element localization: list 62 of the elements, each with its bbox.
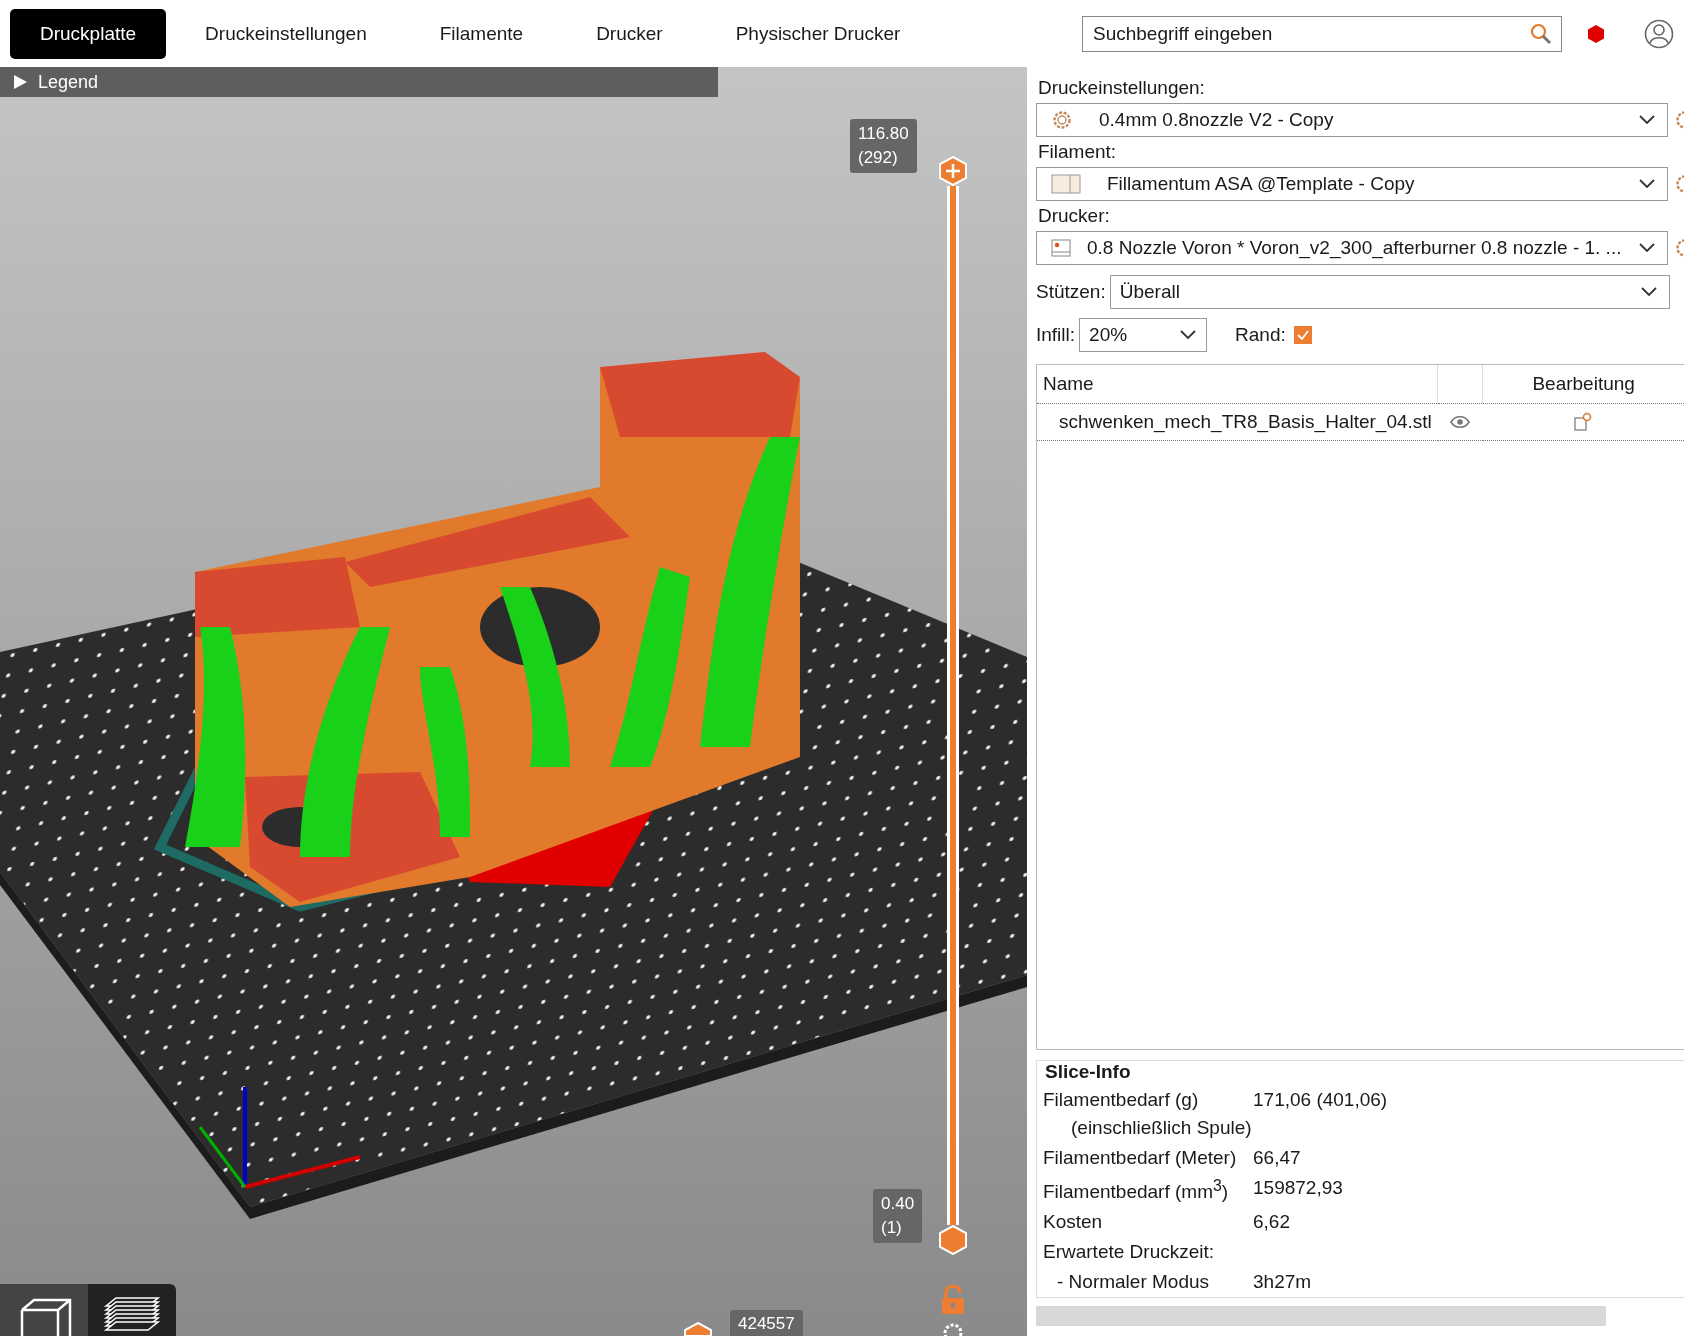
infill-dropdown[interactable]: 20% bbox=[1079, 318, 1208, 352]
preset-label: Drucker: bbox=[1038, 205, 1111, 227]
slider-value-label: 116.80 (292) bbox=[850, 119, 917, 173]
edit-icon[interactable] bbox=[1573, 412, 1594, 432]
3d-view-button[interactable] bbox=[0, 1284, 88, 1336]
gear-icon[interactable] bbox=[1674, 173, 1684, 195]
gear-icon[interactable] bbox=[942, 1322, 964, 1336]
gear-icon[interactable] bbox=[1674, 109, 1684, 131]
layer-slider[interactable] bbox=[938, 156, 968, 1255]
preset-dropdown[interactable]: Fillamentum ASA @Template - Copy bbox=[1036, 167, 1668, 201]
preset-label: Filament: bbox=[1038, 141, 1118, 163]
preset-dropdown[interactable]: 0.4mm 0.8nozzle V2 - Copy bbox=[1036, 103, 1668, 137]
chevron-icon bbox=[1639, 243, 1655, 253]
info-label: Erwartete Druckzeit: bbox=[1043, 1241, 1216, 1264]
chevron-icon bbox=[1639, 179, 1655, 189]
section-title: Slice-Info bbox=[1045, 1061, 1132, 1083]
info-value: 3h27m bbox=[1253, 1271, 1313, 1294]
swatch-icon bbox=[1051, 174, 1081, 194]
preview-button[interactable] bbox=[88, 1284, 176, 1336]
search-icon bbox=[1530, 22, 1552, 45]
brim-checkbox[interactable] bbox=[1293, 326, 1312, 344]
chevron-icon bbox=[1640, 287, 1657, 297]
supports-label: Stützen: bbox=[1036, 281, 1106, 303]
info-note: (einschließlich Spule) bbox=[1070, 1117, 1253, 1139]
tab[interactable]: Physischer Drucker bbox=[701, 8, 935, 59]
info-label: Filamentbedarf (Meter) bbox=[1043, 1147, 1238, 1169]
tab[interactable]: Druckplatte bbox=[10, 8, 167, 59]
info-label: Filamentbedarf (g) bbox=[1043, 1089, 1200, 1111]
column-header: Name bbox=[1037, 365, 1438, 404]
tab[interactable]: Druckeinstellungen bbox=[171, 8, 401, 59]
info-value: 6,62 bbox=[1253, 1211, 1291, 1234]
brim-label: Rand: bbox=[1235, 324, 1286, 346]
gear-icon[interactable] bbox=[1674, 237, 1684, 259]
slider-thumb[interactable] bbox=[938, 156, 968, 186]
infill-label: Infill: bbox=[1036, 324, 1076, 346]
chevron-icon bbox=[1639, 115, 1655, 125]
info-label: Filamentbedarf (mm$^{3}$) bbox=[1043, 1177, 1230, 1204]
info-value: 159872,93 bbox=[1253, 1177, 1344, 1200]
axes-icon bbox=[198, 1087, 361, 1189]
info-value: 171,06 (401,06) bbox=[1253, 1089, 1389, 1112]
eye-icon[interactable] bbox=[1450, 415, 1471, 429]
slider-value-label: 0.40 (1) bbox=[873, 1189, 923, 1243]
object-name[interactable]: schwenken_mech_TR8_Basis_Halter_04.stl bbox=[1037, 403, 1438, 441]
preset-dropdown[interactable]: 0.8 Nozzle Voron * Voron_v2_300_afterburner 0.8 nozzle - 1. ... bbox=[1036, 231, 1668, 265]
printer-icon bbox=[1051, 239, 1071, 257]
tab[interactable]: Drucker bbox=[562, 8, 697, 59]
supports-dropdown[interactable]: Überall bbox=[1109, 275, 1670, 309]
slider-thumb[interactable] bbox=[938, 1225, 968, 1255]
preset-label: Druckeinstellungen: bbox=[1038, 77, 1206, 99]
info-value: 66,47 bbox=[1253, 1147, 1302, 1169]
slider-thumb[interactable] bbox=[684, 1322, 712, 1336]
info-label: - Normaler Modus bbox=[1056, 1271, 1211, 1294]
hexagon-icon[interactable] bbox=[1586, 23, 1606, 44]
slider-value-label: 424557 bbox=[730, 1310, 803, 1336]
user-icon[interactable] bbox=[1644, 18, 1674, 49]
tab[interactable]: Filamente bbox=[405, 8, 558, 59]
chevron-icon bbox=[1180, 330, 1197, 340]
gear-icon bbox=[1051, 109, 1073, 131]
info-label: Kosten bbox=[1043, 1211, 1104, 1234]
search-field[interactable]: Suchbegriff eingeben bbox=[1082, 15, 1562, 52]
column-header: Bearbeitung bbox=[1482, 365, 1684, 404]
legend-toggle[interactable]: Legend bbox=[0, 67, 718, 97]
